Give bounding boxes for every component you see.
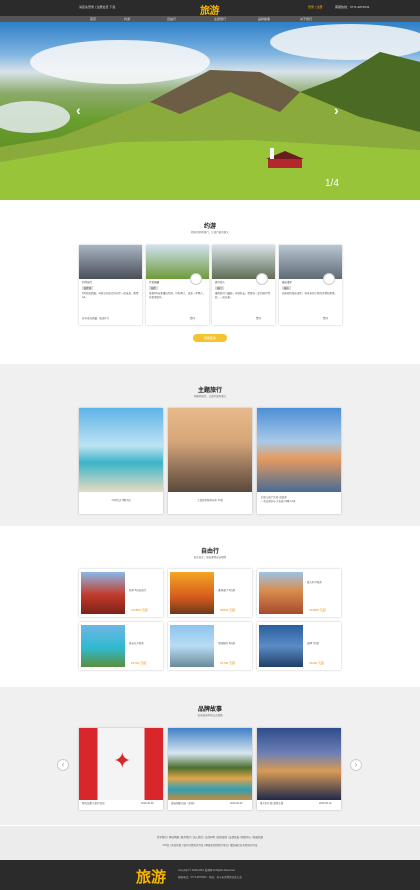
theme-caption: 土耳其伊斯坦布尔 10日 <box>197 499 223 502</box>
theme-card[interactable]: 旧金山金门大桥 深度游 一生必游的十大名城 12晚 14日 <box>257 408 341 514</box>
logo[interactable]: 旅游 <box>200 2 220 17</box>
brand-card[interactable]: 黄石国家公园（美国） 2016.06.20 <box>168 728 252 810</box>
brand-date: 2016.06.28 <box>141 802 154 805</box>
footer-address: 客服电话：0771-9876543 地址：南宁市青秀区民族大道 <box>178 876 242 879</box>
free-text: 迪拜 7日游 <box>307 642 320 645</box>
footer: 旅游 Copyright © 2008-2016 旅游网 All Rights … <box>0 860 420 890</box>
next-arrow-icon[interactable]: › <box>334 102 339 118</box>
maple-leaf-icon: ✦ <box>113 748 132 773</box>
free-price: ¥3700 元起 <box>131 661 147 665</box>
theme-caption: 马尔代夫 5晚 6日 <box>111 499 131 502</box>
nav-item[interactable]: 约游 <box>124 17 130 21</box>
phone-text: 客服热线：0771-9876543 <box>335 5 370 9</box>
brand-caption: 黄石国家公园（美国） <box>171 802 197 805</box>
section-subtitle-brand: 记录旅途中的点点滴滴 <box>197 714 223 717</box>
brand-card[interactable]: ✦ 我的加拿大旅行日记 2016.06.28 <box>79 728 163 810</box>
theme-card[interactable]: 马尔代夫 5晚 6日 <box>79 408 163 514</box>
brand-date: 2016.06.10 <box>319 802 332 805</box>
section-title-brand: 品牌故事 <box>197 707 222 713</box>
brand-next-icon[interactable]: › <box>350 759 362 771</box>
free-price: ¥11800 元起 <box>131 608 148 612</box>
free-price: ¥2700 元起 <box>220 661 236 665</box>
yueyou-card[interactable]: 旅行达人 骑行 暑假骑行川藏线，寻找队友，需要有一定的骑行经验，一起出发。 赞同 <box>212 245 275 325</box>
card-tag: 结伴游 <box>82 286 94 290</box>
prev-arrow-icon[interactable]: ‹ <box>76 102 81 118</box>
brand-prev-icon[interactable]: ‹ <box>57 759 69 771</box>
card-text: 准备8月去新疆自驾游，已有两人，还差一至两人，有意者联系。 <box>149 292 206 299</box>
free-price: ¥8900 元起 <box>220 608 236 612</box>
top-left-links[interactable]: 请您先登录 | 注册会员 下载 <box>79 5 115 9</box>
free-text: 意大利 8日游 <box>307 581 322 584</box>
card-tag: 结伴 <box>149 286 158 290</box>
nav-item[interactable]: 主题旅行 <box>214 17 226 21</box>
free-price: ¥3200 元起 <box>309 661 325 665</box>
avatar <box>256 273 268 285</box>
yueyou-card[interactable]: 行者无疆 结伴 准备8月去新疆自驾游，已有两人，还差一至两人，有意者联系。 赞同 <box>146 245 209 325</box>
card-foot: 赞同 <box>256 317 262 320</box>
brand-caption: 意大利小镇 漫游之旅 <box>260 802 284 805</box>
yueyou-card[interactable]: 约伴出行 结伴游 6月初去西藏，寻找志同道合的伙伴一起出发，费用AA。 分享来自… <box>79 245 142 325</box>
free-text: 日本 5日自由行 <box>129 589 147 592</box>
section-title-theme: 主题旅行 <box>197 388 222 394</box>
theme-card[interactable]: 土耳其伊斯坦布尔 10日 <box>168 408 252 514</box>
card-user: 行者无疆 <box>149 281 160 284</box>
card-foot: 分享来自西藏 · 阅读(17) <box>82 317 109 320</box>
section-title-free: 自由行 <box>200 549 219 555</box>
free-card[interactable]: 普吉岛 6日游 ¥3700 元起 <box>79 622 163 670</box>
hero-landscape <box>0 24 420 200</box>
free-card[interactable]: 香港澳门 4日游 ¥8900 元起 <box>168 569 252 617</box>
footer-copyright: Copyright © 2008-2016 旅游网 All Rights Res… <box>178 869 235 872</box>
footer-links-row1[interactable]: 关于我们 | 网站地图 | 联系我们 | 加入我们 | 法律声明 | 旅游度假 … <box>90 836 330 840</box>
slide-counter: 1/4 <box>325 178 339 189</box>
section-subtitle-theme: 有趣的旅行，让旅行更有意义 <box>193 395 227 398</box>
card-text: 暑假骑行川藏线，寻找队友，需要有一定的骑行经验，一起出发。 <box>215 292 271 299</box>
nav-item[interactable]: 关于我们 <box>300 17 312 21</box>
nav-item[interactable]: 自由行 <box>167 17 176 21</box>
free-text: 美国纽约 9日游 <box>218 642 236 645</box>
card-text: 周末相约城市漫步，探寻老街小巷的美食和风景。 <box>282 292 338 295</box>
theme-caption: 旧金山金门大桥 深度游 一生必游的十大名城 12晚 14日 <box>261 496 296 503</box>
free-card[interactable]: 美国纽约 9日游 ¥2700 元起 <box>168 622 252 670</box>
free-card[interactable]: 日本 5日自由行 ¥11800 元起 <box>79 569 163 617</box>
free-text: 香港澳门 4日游 <box>218 589 236 592</box>
section-title-yueyou: 约游 <box>203 224 216 230</box>
card-foot: 赞同 <box>190 317 196 320</box>
card-tag: 城市 <box>282 286 291 290</box>
hero-banner: ‹ › 1/4 <box>0 22 420 200</box>
section-subtitle-yueyou: 精彩目的地旅行，让旅行更有意义 <box>191 231 229 234</box>
footer-links: 关于我们 | 网站地图 | 联系我们 | 加入我们 | 法律声明 | 旅游度假 … <box>0 826 420 860</box>
card-user: 旅行达人 <box>215 281 226 284</box>
card-tag: 骑行 <box>215 286 224 290</box>
nav-item[interactable]: 首页 <box>90 17 96 21</box>
avatar <box>323 273 335 285</box>
card-user: 约伴出行 <box>82 281 93 284</box>
avatar <box>190 273 202 285</box>
brand-caption: 我的加拿大旅行日记 <box>82 802 105 805</box>
nav-item[interactable]: 品牌故事 <box>258 17 270 21</box>
login-links[interactable]: 登录 | 注册 <box>308 5 322 9</box>
yueyou-card[interactable]: 城市漫步 城市 周末相约城市漫步，探寻老街小巷的美食和风景。 赞同 <box>279 245 342 325</box>
brand-card[interactable]: 意大利小镇 漫游之旅 2016.06.10 <box>257 728 341 810</box>
section-subtitle-free: 说走就走，想去哪里就去哪里 <box>193 556 227 559</box>
brand-date: 2016.06.20 <box>230 802 243 805</box>
top-bar: 请您先登录 | 注册会员 下载 旅游 登录 | 注册 客服热线：0771-987… <box>0 0 420 17</box>
footer-logo: 旅游 <box>136 869 167 886</box>
footer-links-row2[interactable]: ICP证 | 营业执照 | 旅行社经营许可证 | 网络文化经营许可证 | 增值电… <box>90 844 330 848</box>
more-button[interactable]: 查看更多 <box>193 334 227 342</box>
free-price: ¥11800 元起 <box>309 608 326 612</box>
free-card[interactable]: 意大利 8日游 ¥11800 元起 <box>257 569 341 617</box>
free-text: 普吉岛 6日游 <box>129 642 144 645</box>
card-foot: 赞同 <box>323 317 329 320</box>
card-text: 6月初去西藏，寻找志同道合的伙伴一起出发，费用AA。 <box>82 292 139 299</box>
card-user: 城市漫步 <box>282 281 293 284</box>
free-card[interactable]: 迪拜 7日游 ¥3200 元起 <box>257 622 341 670</box>
